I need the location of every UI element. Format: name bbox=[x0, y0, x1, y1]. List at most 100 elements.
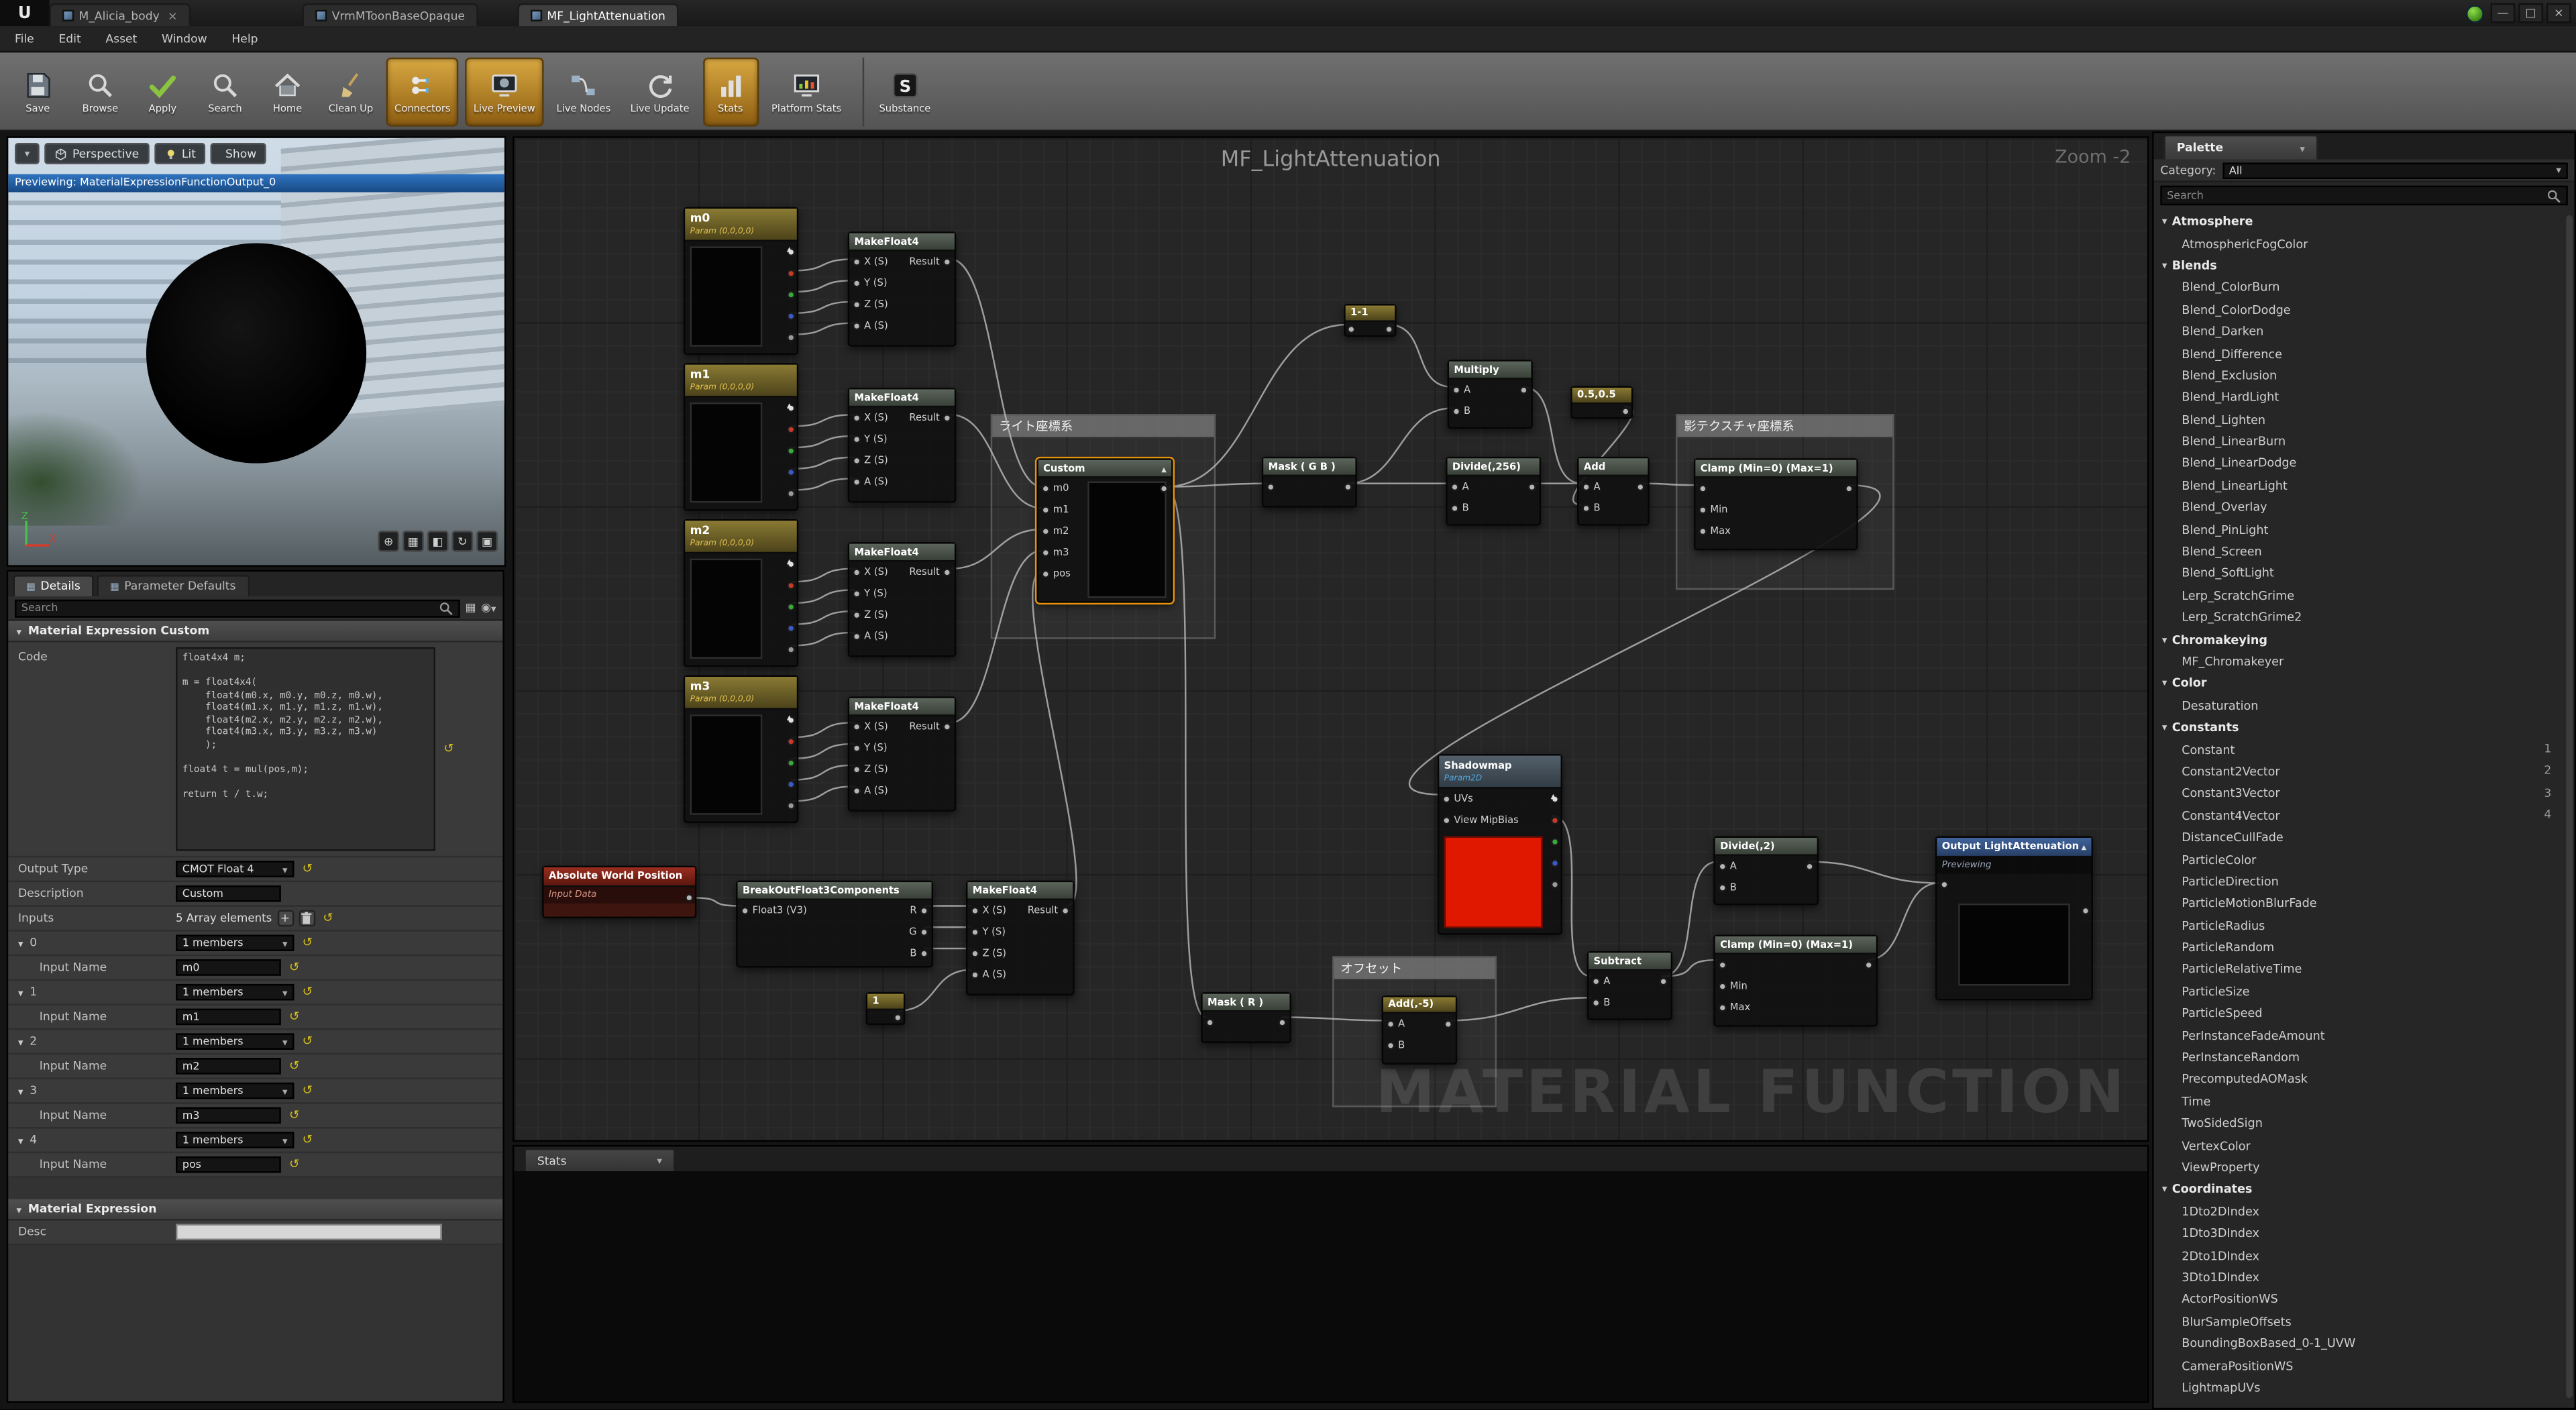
palette-item[interactable]: ▼ Blends bbox=[2154, 254, 2565, 276]
menu-item[interactable]: Asset bbox=[105, 32, 137, 46]
input-pin[interactable] bbox=[1450, 483, 1458, 491]
palette-item[interactable]: ▼ Time bbox=[2154, 1090, 2565, 1112]
collapse-arrow-icon[interactable]: ▲ bbox=[787, 713, 792, 721]
palette-item[interactable]: ▼ Lerp_ScratchGrime bbox=[2154, 584, 2565, 606]
collapse-arrow-icon[interactable]: ▼ bbox=[18, 1136, 23, 1144]
input-pin[interactable] bbox=[1940, 881, 1948, 889]
output-pin[interactable] bbox=[1551, 838, 1559, 846]
collapse-arrow-icon[interactable]: ▲ bbox=[1551, 792, 1556, 800]
output-pin[interactable] bbox=[894, 1014, 902, 1022]
members-dropdown[interactable]: 1 members ▼ bbox=[176, 1083, 294, 1099]
input-pin[interactable] bbox=[1042, 506, 1050, 514]
toolbar-button[interactable]: Apply bbox=[135, 56, 191, 125]
output-pin[interactable] bbox=[1344, 483, 1352, 491]
input-pin[interactable] bbox=[1699, 506, 1707, 514]
input-pin[interactable] bbox=[1719, 884, 1727, 892]
collapse-arrow-icon[interactable]: ▼ bbox=[18, 1038, 23, 1046]
input-pin[interactable] bbox=[853, 787, 861, 795]
add-element-icon[interactable]: + bbox=[277, 910, 293, 926]
palette-item[interactable]: ▼ ParticleRadius bbox=[2154, 914, 2565, 936]
collapse-arrow-icon[interactable]: ▲ bbox=[787, 557, 792, 565]
palette-item[interactable]: ▼ Constant2Vector 2 bbox=[2154, 760, 2565, 782]
input-pin[interactable] bbox=[1387, 1020, 1395, 1028]
output-pin[interactable] bbox=[787, 645, 795, 653]
output-pin[interactable] bbox=[787, 780, 795, 788]
collapse-arrow-icon[interactable]: ▲ bbox=[787, 401, 792, 409]
palette-item[interactable]: ▼ Lerp_ScratchGrime2 bbox=[2154, 606, 2565, 629]
palette-item[interactable]: ▼ Blend_Screen bbox=[2154, 540, 2565, 562]
output-pin[interactable] bbox=[787, 290, 795, 299]
palette-item[interactable]: ▼ Atmosphere bbox=[2154, 210, 2565, 232]
input-pin[interactable] bbox=[971, 907, 979, 915]
input-pin[interactable] bbox=[853, 258, 861, 266]
input-pin[interactable] bbox=[1699, 484, 1707, 492]
palette-item[interactable]: ▼ Coordinates bbox=[2154, 1178, 2565, 1200]
input-pin[interactable] bbox=[1452, 386, 1460, 394]
input-name-field[interactable]: m1 bbox=[176, 1009, 281, 1025]
palette-item[interactable]: ▼ Constant3Vector 3 bbox=[2154, 782, 2565, 804]
node-breakout-float3[interactable]: BreakOutFloat3ComponentsFloat3 (V3)RGB bbox=[736, 881, 933, 968]
palette-item[interactable]: ▼ ParticleRandom bbox=[2154, 936, 2565, 959]
node-const-1[interactable]: 1 bbox=[866, 992, 906, 1025]
window-control-button[interactable]: — bbox=[2491, 3, 2516, 23]
output-pin[interactable] bbox=[787, 603, 795, 611]
output-pin[interactable] bbox=[787, 468, 795, 476]
input-pin[interactable] bbox=[1719, 1004, 1727, 1012]
code-editor[interactable]: float4x4 m; m = float4x4( float4(m0.x, m… bbox=[176, 647, 435, 851]
reset-to-default-icon[interactable]: ↺ bbox=[323, 912, 333, 925]
input-pin[interactable] bbox=[971, 950, 979, 958]
menu-item[interactable]: Help bbox=[231, 32, 258, 46]
members-dropdown[interactable]: 1 members ▼ bbox=[176, 1033, 294, 1049]
viewport-mode-button[interactable]: Lit bbox=[154, 143, 205, 164]
input-pin[interactable] bbox=[1582, 483, 1590, 491]
input-pin[interactable] bbox=[1042, 484, 1050, 492]
palette-item[interactable]: ▼ Constants bbox=[2154, 716, 2565, 739]
node-subtract[interactable]: SubtractAB bbox=[1587, 951, 1672, 1020]
input-pin[interactable] bbox=[853, 457, 861, 465]
palette-item[interactable]: ▼ DistanceCullFade bbox=[2154, 826, 2565, 849]
node-add[interactable]: AddAB bbox=[1577, 457, 1650, 526]
viewport-mode-button[interactable]: Show bbox=[211, 143, 266, 164]
node-absolute-world-position[interactable]: Absolute World PositionInput Data bbox=[542, 866, 696, 918]
output-pin[interactable] bbox=[685, 893, 693, 902]
collapse-arrow-icon[interactable]: ▲ bbox=[2082, 843, 2087, 851]
palette-item[interactable]: ▼ BoundingBoxBased_0-1_UVW bbox=[2154, 1332, 2565, 1354]
output-type-dropdown[interactable]: CMOT Float 4 ▼ bbox=[176, 861, 294, 877]
palette-item[interactable]: ▼ PerInstanceRandom bbox=[2154, 1046, 2565, 1069]
members-dropdown[interactable]: 1 members ▼ bbox=[176, 1132, 294, 1148]
material-graph-panel[interactable]: MATERIAL FUNCTION ライト座標系影テクスチャ座標系オフセット m… bbox=[513, 136, 2149, 1142]
palette-item[interactable]: ▼ Blend_Difference bbox=[2154, 342, 2565, 364]
tab-details[interactable]: ▦ Details bbox=[13, 575, 94, 596]
palette-item[interactable]: ▼ Color bbox=[2154, 672, 2565, 694]
palette-item[interactable]: ▼ Blend_ColorBurn bbox=[2154, 276, 2565, 299]
output-pin[interactable] bbox=[787, 582, 795, 590]
palette-item[interactable]: ▼ 1Dto2DIndex bbox=[2154, 1200, 2565, 1222]
palette-item[interactable]: ▼ TwoSidedSign bbox=[2154, 1112, 2565, 1134]
preview-viewport[interactable] bbox=[8, 138, 504, 565]
input-pin[interactable] bbox=[971, 928, 979, 936]
node-const-0505[interactable]: 0.5,0.5 bbox=[1570, 386, 1633, 419]
output-pin[interactable] bbox=[1444, 1020, 1452, 1028]
menu-item[interactable]: Edit bbox=[58, 32, 80, 46]
input-pin[interactable] bbox=[1042, 549, 1050, 557]
output-pin[interactable] bbox=[920, 907, 928, 915]
input-name-field[interactable]: m0 bbox=[176, 959, 281, 975]
node-makefloat4-4[interactable]: MakeFloat4X (S)ResultY (S)Z (S)A (S) bbox=[848, 696, 957, 811]
output-pin[interactable] bbox=[943, 414, 951, 422]
node-add-neg5[interactable]: Add(,-5)AB bbox=[1382, 995, 1458, 1065]
collapse-arrow-icon[interactable]: ▼ bbox=[18, 1087, 23, 1095]
visibility-filter-icon[interactable]: ◉▼ bbox=[481, 601, 496, 614]
palette-item[interactable]: ▼ ParticleColor bbox=[2154, 848, 2565, 870]
palette-item[interactable]: ▼ CameraPositionWS bbox=[2154, 1354, 2565, 1376]
position-icon[interactable]: ⊕ bbox=[378, 531, 399, 552]
node-m0[interactable]: m0Param (0,0,0,0)▲ bbox=[684, 207, 798, 355]
output-pin[interactable] bbox=[787, 490, 795, 498]
output-pin[interactable] bbox=[943, 723, 951, 731]
tab-parameter-defaults[interactable]: ▦ Parameter Defaults bbox=[97, 575, 249, 596]
reset-to-default-icon[interactable]: ↺ bbox=[289, 961, 299, 975]
palette-item[interactable]: ▼ ParticleSize bbox=[2154, 980, 2565, 1002]
grid-view-icon[interactable]: ▦ bbox=[466, 601, 476, 614]
tab-palette[interactable]: Palette ▼ bbox=[2163, 135, 2318, 160]
input-pin[interactable] bbox=[1347, 325, 1355, 333]
input-pin[interactable] bbox=[1699, 527, 1707, 535]
